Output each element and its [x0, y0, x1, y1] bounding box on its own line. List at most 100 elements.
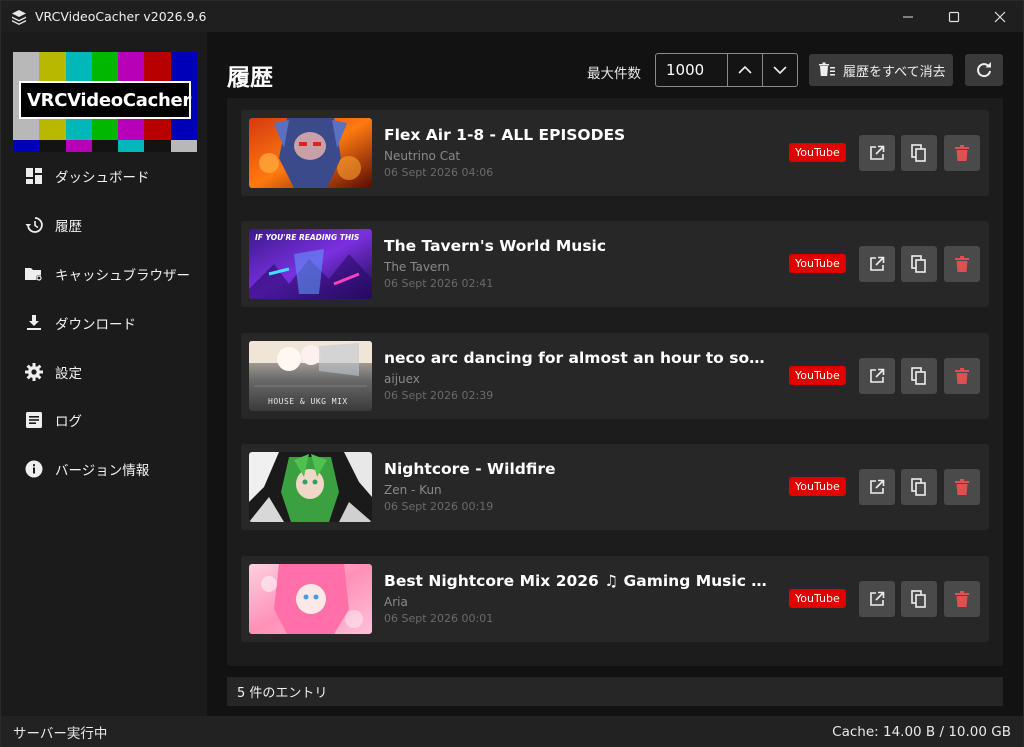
delete-entry-button[interactable] [944, 581, 980, 617]
video-date: 06 Sept 2026 02:41 [384, 277, 494, 290]
delete-entry-button[interactable] [944, 469, 980, 505]
history-entry[interactable]: Flex Air 1-8 - ALL EPISODES Neutrino Cat… [241, 110, 989, 196]
delete-entry-button[interactable] [944, 246, 980, 282]
delete-entry-button[interactable] [944, 358, 980, 394]
history-icon [25, 216, 43, 234]
chevron-down-icon [773, 66, 787, 75]
trash-icon [955, 368, 969, 384]
copy-icon [911, 590, 926, 608]
video-title: neco arc dancing for almost an hour to s… [384, 349, 774, 367]
copy-icon [911, 367, 926, 385]
trash-icon [955, 479, 969, 495]
history-entry[interactable]: Best Nightcore Mix 2026 ♫ Gaming Music M… [241, 556, 989, 642]
app-logo: VRCVideoCacher [13, 52, 197, 152]
title-bar[interactable]: VRCVideoCacher v2026.9.6 [1, 1, 1023, 32]
copy-url-button[interactable] [901, 358, 937, 394]
max-entries-input[interactable]: 1000 [656, 54, 728, 86]
video-thumbnail [249, 452, 372, 522]
thumbnail-caption: HOUSE & UKG MIX [268, 397, 348, 406]
refresh-button[interactable] [965, 54, 1003, 86]
folder-icon [25, 265, 43, 283]
refresh-icon [977, 62, 991, 78]
video-channel: Aria [384, 595, 408, 609]
source-badge: YouTube [789, 366, 846, 385]
open-link-button[interactable] [859, 358, 895, 394]
maximize-button[interactable] [931, 1, 977, 32]
sidebar-item-cache-browser[interactable]: キャッシュブラウザー [1, 250, 207, 299]
video-channel: Neutrino Cat [384, 149, 461, 163]
video-title: Nightcore - Wildfire [384, 460, 556, 478]
sidebar-item-dashboard[interactable]: ダッシュボード [1, 152, 207, 201]
video-title: Flex Air 1-8 - ALL EPISODES [384, 126, 626, 144]
sidebar-item-label: キャッシュブラウザー [55, 267, 190, 284]
close-icon [994, 11, 1006, 22]
minimize-icon [903, 16, 913, 17]
source-badge: YouTube [789, 589, 846, 608]
video-date: 06 Sept 2026 00:01 [384, 612, 494, 625]
sidebar-item-label: ダウンロード [55, 316, 136, 333]
clear-history-label: 履歴をすべて消去 [843, 64, 946, 80]
cache-usage: Cache: 14.00 B / 10.00 GB [832, 723, 1011, 740]
video-title: Best Nightcore Mix 2026 ♫ Gaming Music M… [384, 572, 774, 590]
history-list[interactable]: Flex Air 1-8 - ALL EPISODES Neutrino Cat… [227, 98, 1003, 666]
history-entry[interactable]: HOUSE & UKG MIX neco arc dancing for alm… [241, 333, 989, 419]
dashboard-icon [25, 167, 43, 185]
status-bar: サーバー実行中 Cache: 14.00 B / 10.00 GB [1, 716, 1023, 747]
sidebar-item-label: 設定 [55, 365, 82, 382]
delete-entry-button[interactable] [944, 135, 980, 171]
copy-url-button[interactable] [901, 469, 937, 505]
sidebar-item-download[interactable]: ダウンロード [1, 298, 207, 347]
open-link-button[interactable] [859, 246, 895, 282]
open-link-button[interactable] [859, 135, 895, 171]
sidebar-item-about[interactable]: バージョン情報 [1, 445, 207, 494]
video-date: 06 Sept 2026 00:19 [384, 500, 494, 513]
copy-url-button[interactable] [901, 581, 937, 617]
clear-list-icon [819, 62, 835, 76]
video-channel: Zen - Kun [384, 483, 442, 497]
sidebar-item-history[interactable]: 履歴 [1, 201, 207, 250]
video-thumbnail [249, 118, 372, 188]
open-link-button[interactable] [859, 469, 895, 505]
copy-url-button[interactable] [901, 246, 937, 282]
close-button[interactable] [977, 1, 1023, 32]
external-link-icon [870, 479, 885, 494]
maximize-icon [948, 11, 960, 22]
video-thumbnail: HOUSE & UKG MIX [249, 341, 372, 411]
source-badge: YouTube [789, 254, 846, 273]
gear-icon [25, 362, 43, 381]
external-link-icon [870, 591, 885, 606]
sidebar-item-label: 履歴 [55, 219, 82, 236]
sidebar-item-label: ログ [55, 414, 82, 431]
open-link-button[interactable] [859, 581, 895, 617]
sidebar-item-logs[interactable]: ログ [1, 396, 207, 445]
increment-button[interactable] [728, 54, 763, 86]
clear-history-button[interactable]: 履歴をすべて消去 [809, 54, 953, 86]
video-thumbnail: IF YOU'RE READING THIS [249, 229, 372, 299]
video-date: 06 Sept 2026 02:39 [384, 389, 494, 402]
download-icon [25, 314, 43, 332]
sidebar-item-settings[interactable]: 設定 [1, 347, 207, 396]
thumbnail-caption: IF YOU'RE READING THIS [255, 233, 360, 242]
sidebar: VRCVideoCacher ダッシュボード 履歴 キャッシュブラウザー ダウン… [1, 32, 207, 716]
video-title: The Tavern's World Music [384, 237, 607, 255]
video-channel: aijuex [384, 372, 420, 386]
history-entry[interactable]: IF YOU'RE READING THIS The Tavern's Worl… [241, 221, 989, 307]
main-content: 履歴 最大件数 1000 履歴をすべて消去 Flex Air 1-8 - ALL… [207, 32, 1023, 716]
external-link-icon [870, 368, 885, 383]
copy-icon [911, 144, 926, 162]
trash-icon [955, 145, 969, 161]
logo-text: VRCVideoCacher [27, 89, 191, 111]
copy-url-button[interactable] [901, 135, 937, 171]
video-channel: The Tavern [384, 260, 450, 274]
window-title: VRCVideoCacher v2026.9.6 [35, 9, 207, 24]
sidebar-item-label: ダッシュボード [55, 170, 150, 187]
minimize-button[interactable] [885, 1, 931, 32]
video-thumbnail [249, 564, 372, 634]
max-entries-stepper: 1000 [655, 53, 798, 87]
page-title: 履歴 [227, 65, 273, 91]
decrement-button[interactable] [762, 54, 797, 86]
app-window: VRCVideoCacher v2026.9.6 VRCVideoCacher … [0, 0, 1024, 747]
sidebar-item-label: バージョン情報 [55, 463, 150, 480]
history-entry[interactable]: Nightcore - Wildfire Zen - Kun 06 Sept 2… [241, 444, 989, 530]
chevron-up-icon [738, 65, 752, 74]
